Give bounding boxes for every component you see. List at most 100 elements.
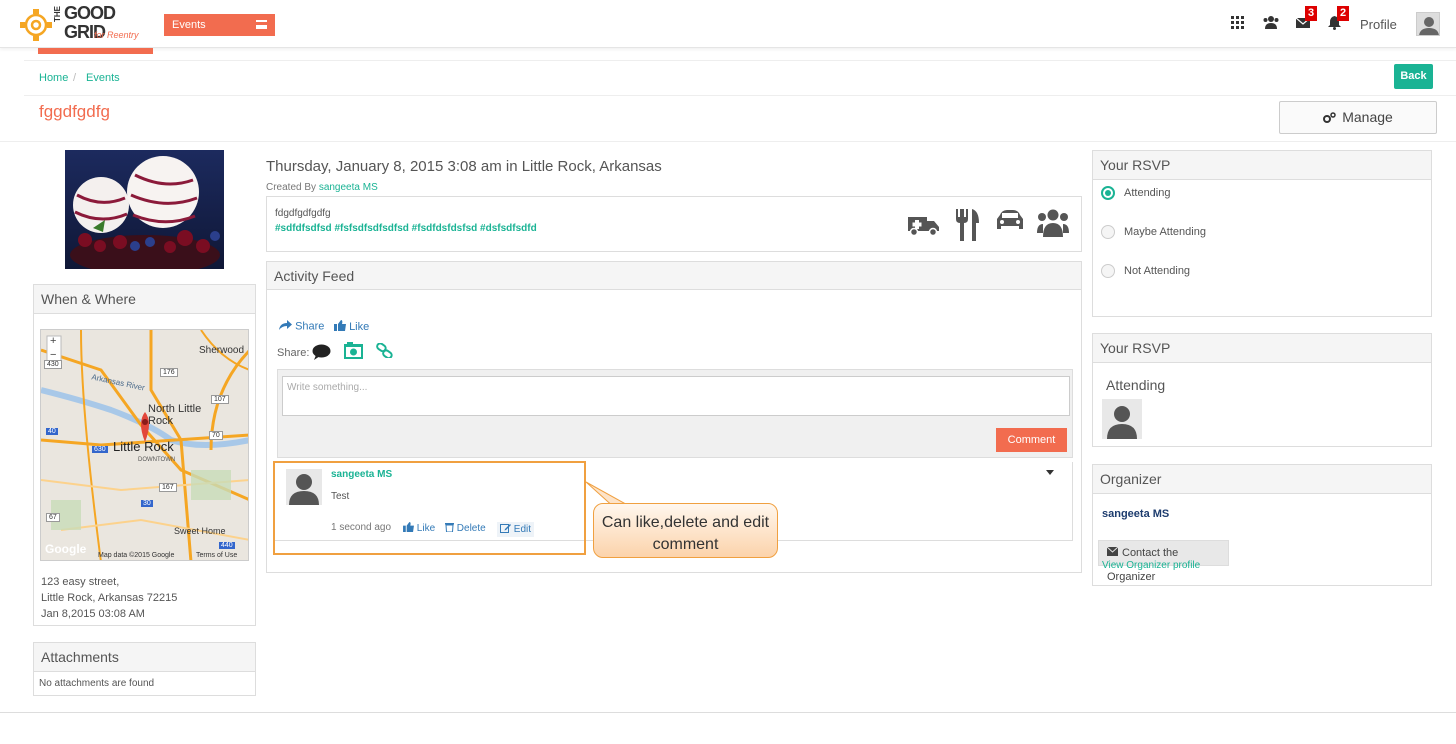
- created-by-user-link[interactable]: sangeeta MS: [319, 182, 378, 193]
- map-shield-30: 30: [141, 500, 153, 507]
- organizer-name[interactable]: sangeeta MS: [1102, 508, 1169, 520]
- apps-grid-icon[interactable]: [1231, 16, 1244, 33]
- rsvp-option-label: Maybe Attending: [1124, 225, 1206, 238]
- comment-bubble-icon[interactable]: [312, 344, 331, 363]
- annotation-highlight-box: [273, 461, 586, 555]
- map-zoom-in[interactable]: +: [50, 335, 56, 347]
- attachments-panel: Attachments No attachments are found: [33, 642, 256, 696]
- map-shield-67: 67: [46, 513, 60, 522]
- events-menu-button[interactable]: Events: [164, 14, 275, 36]
- organizer-panel: Organizer sangeeta MS Contact the Organi…: [1092, 464, 1432, 586]
- map-shield-440: 440: [219, 542, 235, 549]
- messages-count-badge: 3: [1305, 6, 1318, 21]
- organizer-title: Organizer: [1093, 465, 1431, 494]
- when-where-title: When & Where: [34, 285, 255, 314]
- rsvp-option-label: Attending: [1124, 186, 1171, 199]
- attendee-avatar[interactable]: [1102, 399, 1142, 439]
- activity-feed-title: Activity Feed: [267, 262, 1081, 290]
- rsvp-summary-title: Your RSVP: [1093, 334, 1431, 363]
- back-button[interactable]: Back: [1394, 64, 1433, 89]
- rsvp-panel: Your RSVP Attending Maybe Attending Not …: [1092, 150, 1432, 317]
- attachments-empty-text: No attachments are found: [39, 678, 155, 689]
- location-map[interactable]: + − Sherwood Arkansas River North Little…: [40, 329, 249, 561]
- manage-label: Manage: [1342, 109, 1393, 125]
- comment-options-caret-icon[interactable]: [1046, 470, 1054, 475]
- logo-good: GOOD: [64, 3, 116, 23]
- created-by: Created By sangeeta MS: [266, 182, 378, 193]
- footer-divider: [0, 712, 1456, 713]
- page-title: fggdfgdfg: [39, 102, 110, 121]
- annotation-callout: Can like,delete and edit comment: [593, 503, 778, 558]
- rsvp-title: Your RSVP: [1093, 151, 1431, 180]
- comment-button[interactable]: Comment: [996, 428, 1067, 452]
- event-when-where: Thursday, January 8, 2015 3:08 am in Lit…: [266, 158, 662, 175]
- map-shield-107: 107: [211, 395, 229, 404]
- user-avatar[interactable]: [1416, 12, 1440, 36]
- event-description: fdgdfgdfgdfg: [275, 208, 331, 219]
- breadcrumb-home[interactable]: Home: [39, 72, 68, 84]
- share-label: Share:: [277, 347, 310, 359]
- share-link[interactable]: Share: [279, 320, 324, 333]
- logo-tagline: for Reentry: [94, 30, 139, 40]
- top-navbar: THE GOOD GRID for Reentry Events 3 2 Pro…: [0, 0, 1456, 48]
- rsvp-option-not-attending[interactable]: Not Attending: [1101, 264, 1190, 278]
- group-icon: [1037, 209, 1069, 240]
- radio-unselected[interactable]: [1101, 264, 1115, 278]
- attachments-title: Attachments: [34, 643, 255, 672]
- map-google-logo: Google: [45, 542, 87, 556]
- medical-truck-icon: [907, 209, 940, 240]
- radio-unselected[interactable]: [1101, 225, 1115, 239]
- map-label-sweet-home: Sweet Home: [174, 526, 226, 536]
- users-icon[interactable]: [1263, 16, 1279, 33]
- address-line-2: Little Rock, Arkansas 72215: [41, 592, 178, 604]
- rsvp-summary-status: Attending: [1106, 377, 1166, 393]
- breadcrumb: Home / Events: [24, 60, 1456, 96]
- map-attribution: Map data ©2015 Google: [98, 552, 175, 559]
- map-shield-70: 70: [209, 431, 223, 440]
- breadcrumb-separator: /: [73, 72, 77, 84]
- event-description-box: fdgdfgdfgdfg #sdfdfsdfsd #fsfsdfsdfsdfsd…: [266, 196, 1082, 252]
- rsvp-option-label: Not Attending: [1124, 264, 1191, 277]
- map-shield-40: 40: [46, 428, 58, 435]
- good-grid-logo[interactable]: THE GOOD GRID for Reentry: [16, 4, 146, 46]
- map-shield-630: 630: [92, 446, 108, 453]
- photo-upload-icon[interactable]: [344, 342, 363, 362]
- event-image: [65, 150, 224, 269]
- manage-button[interactable]: Manage: [1279, 101, 1437, 134]
- notifications-count-badge: 2: [1337, 6, 1350, 21]
- like-link[interactable]: Like: [334, 320, 369, 334]
- rsvp-option-attending[interactable]: Attending: [1101, 186, 1170, 200]
- map-label-little-rock: Little Rock: [113, 439, 174, 454]
- divider: [0, 141, 1456, 142]
- rsvp-summary-panel: Your RSVP Attending: [1092, 333, 1432, 447]
- created-by-prefix: Created By: [266, 182, 317, 193]
- link-chain-icon[interactable]: [376, 342, 393, 361]
- thumbs-up-icon: [334, 320, 346, 334]
- comment-textarea[interactable]: Write something...: [282, 376, 1070, 416]
- share-arrow-icon: [279, 320, 292, 333]
- profile-link[interactable]: Profile: [1360, 17, 1397, 32]
- like-link-label: Like: [349, 320, 370, 333]
- car-icon: [995, 209, 1025, 236]
- logo-the: THE: [53, 6, 62, 22]
- map-label-north-little-rock: North Little Rock: [148, 403, 202, 427]
- rsvp-option-maybe[interactable]: Maybe Attending: [1101, 225, 1206, 239]
- map-label-sherwood: Sherwood: [199, 345, 245, 356]
- map-terms-link[interactable]: Terms of Use: [196, 552, 237, 559]
- event-datetime: Jan 8,2015 03:08 AM: [41, 608, 145, 620]
- dining-icon: [954, 209, 980, 244]
- map-shield-167: 167: [159, 483, 177, 492]
- cogs-icon: [1323, 103, 1336, 134]
- map-shield-176: 176: [160, 368, 178, 377]
- view-organizer-profile-link[interactable]: View Organizer profile: [1102, 560, 1200, 571]
- map-shield-430: 430: [44, 360, 62, 369]
- events-menu-label: Events: [172, 19, 206, 31]
- event-hashtags[interactable]: #sdfdfsdfsd #fsfsdfsdfsdfsd #fsdfdsfdsfs…: [275, 223, 537, 234]
- active-tab-indicator: [38, 48, 153, 54]
- comment-compose-area: Write something... Comment: [277, 369, 1073, 458]
- hamburger-icon: [256, 20, 267, 29]
- map-label-downtown: DOWNTOWN: [138, 457, 176, 463]
- radio-selected[interactable]: [1101, 186, 1115, 200]
- breadcrumb-events[interactable]: Events: [86, 72, 120, 84]
- address-line-1: 123 easy street,: [41, 576, 120, 588]
